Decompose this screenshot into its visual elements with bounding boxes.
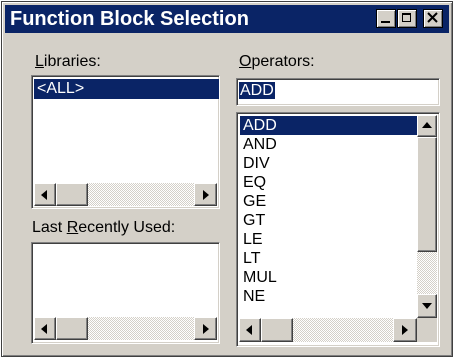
recent-label-accel: R — [66, 219, 79, 236]
operators-listbox[interactable]: ADD AND DIV EQ GE GT LE LT MUL NE — [236, 112, 440, 347]
minimize-button[interactable] — [376, 9, 396, 28]
recent-scroll-left-button[interactable] — [34, 317, 56, 340]
function-block-selection-window: Function Block Selection Libraries: <ALL… — [1, 1, 453, 357]
operator-item[interactable]: ADD — [240, 116, 417, 135]
arrow-right-icon — [402, 325, 408, 335]
operator-item[interactable]: LE — [240, 230, 263, 249]
recent-scroll-right-button[interactable] — [194, 317, 217, 340]
libraries-label-post: ibraries: — [43, 53, 101, 70]
arrow-down-icon — [422, 303, 432, 309]
operator-item[interactable]: LT — [240, 249, 260, 268]
recent-label-post: ecently Used: — [78, 219, 176, 236]
operator-item[interactable]: GT — [240, 211, 265, 230]
maximize-button[interactable] — [397, 9, 417, 28]
arrow-left-icon — [41, 190, 47, 200]
operators-vscroll-thumb[interactable] — [417, 137, 437, 252]
close-button[interactable] — [423, 9, 443, 28]
operators-label: Operators: — [239, 53, 315, 71]
libraries-scroll-right-button[interactable] — [194, 183, 217, 206]
recent-scroll-track[interactable] — [88, 317, 194, 340]
operators-hscroll-track[interactable] — [293, 318, 393, 342]
recent-label: Last Recently Used: — [32, 219, 175, 237]
window-title: Function Block Selection — [10, 8, 249, 30]
operator-item[interactable]: DIV — [240, 154, 270, 173]
operator-item[interactable]: EQ — [240, 173, 266, 192]
libraries-scroll-track[interactable] — [88, 183, 194, 206]
operators-scroll-up-button[interactable] — [417, 115, 437, 137]
libraries-label-accel: L — [35, 53, 44, 70]
libraries-item-all[interactable]: <ALL> — [34, 79, 219, 99]
operator-item[interactable]: AND — [240, 135, 277, 154]
title-bar[interactable]: Function Block Selection — [5, 5, 449, 33]
arrow-up-icon — [422, 122, 432, 128]
recent-listbox[interactable] — [31, 242, 220, 344]
operators-label-accel: O — [239, 53, 252, 70]
arrow-left-icon — [41, 324, 47, 334]
operator-input-selected-text: ADD — [239, 82, 275, 99]
operators-scroll-left-button[interactable] — [239, 318, 261, 342]
operators-label-post: perators: — [251, 53, 315, 70]
operator-input-value[interactable]: ADD — [239, 81, 287, 101]
libraries-label: Libraries: — [35, 53, 101, 71]
operators-list-viewport: ADD AND DIV EQ GE GT LE LT MUL NE — [237, 113, 417, 318]
operators-scroll-right-button[interactable] — [393, 318, 417, 342]
libraries-listbox[interactable]: <ALL> — [31, 75, 220, 209]
arrow-right-icon — [203, 324, 209, 334]
arrow-right-icon — [203, 190, 209, 200]
libraries-scroll-left-button[interactable] — [34, 183, 56, 206]
minimize-icon — [381, 21, 390, 23]
operators-scroll-down-button[interactable] — [417, 294, 437, 318]
operator-item[interactable]: GE — [240, 192, 266, 211]
operator-input[interactable]: ADD — [236, 78, 440, 106]
arrow-left-icon — [246, 325, 252, 335]
maximize-icon — [402, 13, 411, 22]
recent-label-pre: Last — [32, 219, 67, 236]
close-icon — [427, 12, 438, 23]
operator-item[interactable]: NE — [240, 287, 265, 306]
scrollbar-corner — [417, 318, 437, 342]
recent-scroll-thumb[interactable] — [56, 317, 88, 340]
operators-vscroll-track[interactable] — [417, 252, 437, 294]
operators-hscroll-thumb[interactable] — [261, 318, 293, 342]
operator-item[interactable]: MUL — [240, 268, 277, 287]
libraries-scroll-thumb[interactable] — [56, 183, 88, 206]
